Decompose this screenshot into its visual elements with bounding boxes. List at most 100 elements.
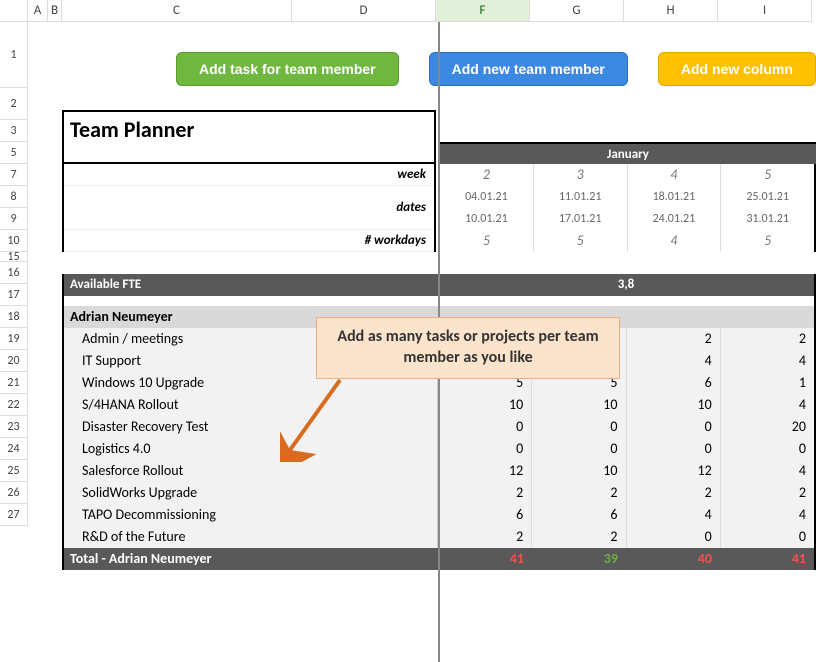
- week-number[interactable]: 3: [534, 164, 627, 186]
- task-name[interactable]: Disaster Recovery Test: [64, 416, 438, 438]
- task-value-cell[interactable]: 4: [721, 460, 814, 482]
- task-value-cell[interactable]: 10: [438, 394, 532, 416]
- row-labels: week dates # workdays: [62, 164, 436, 252]
- row-header-cell[interactable]: 10: [0, 230, 28, 252]
- column-header-cell[interactable]: A: [28, 0, 48, 22]
- row-header-cell[interactable]: 27: [0, 504, 28, 526]
- row-header-cell[interactable]: 26: [0, 482, 28, 504]
- workdays-count[interactable]: 5: [534, 230, 627, 252]
- task-value-cell[interactable]: 4: [627, 350, 721, 372]
- column-header-cell[interactable]: D: [292, 0, 436, 22]
- total-label: Total - Adrian Neumeyer: [64, 548, 438, 570]
- task-value-cell[interactable]: 0: [627, 438, 721, 460]
- task-value-cell[interactable]: 0: [721, 438, 814, 460]
- fte-label: Available FTE: [64, 274, 438, 296]
- row-header-cell[interactable]: 5: [0, 142, 28, 164]
- task-value-cell[interactable]: 2: [627, 482, 721, 504]
- workdays-count[interactable]: 5: [440, 230, 533, 252]
- task-value-cell[interactable]: 4: [627, 504, 721, 526]
- row-header-cell[interactable]: 17: [0, 284, 28, 306]
- week-end-date[interactable]: 31.01.21: [721, 208, 814, 230]
- column-header-cell[interactable]: F: [436, 0, 530, 22]
- total-value-cell: 39: [532, 548, 626, 570]
- task-value-cell[interactable]: 2: [721, 482, 814, 504]
- week-start-date[interactable]: 04.01.21: [440, 186, 533, 208]
- row-header-cell[interactable]: 23: [0, 416, 28, 438]
- row-header-cell[interactable]: 15: [0, 252, 28, 262]
- task-value-cell[interactable]: 20: [721, 416, 814, 438]
- row-header-cell[interactable]: 9: [0, 208, 28, 230]
- task-value-cell[interactable]: 4: [721, 394, 814, 416]
- add-column-button[interactable]: Add new column: [658, 52, 816, 86]
- column-header-cell[interactable]: [0, 0, 28, 22]
- task-value-cell[interactable]: 0: [438, 416, 532, 438]
- task-value-cell[interactable]: 2: [532, 526, 626, 548]
- week-number[interactable]: 4: [628, 164, 721, 186]
- task-value-cell[interactable]: 2: [532, 482, 626, 504]
- task-value-cell[interactable]: 6: [627, 372, 721, 394]
- task-value-cell[interactable]: 12: [438, 460, 532, 482]
- task-value-cell[interactable]: 12: [627, 460, 721, 482]
- task-name[interactable]: R&D of the Future: [64, 526, 438, 548]
- add-member-button[interactable]: Add new team member: [429, 52, 628, 86]
- row-header-cell[interactable]: 19: [0, 328, 28, 350]
- sheet-title[interactable]: Team Planner: [62, 110, 436, 164]
- task-value-cell[interactable]: 6: [532, 504, 626, 526]
- week-label: week: [64, 164, 434, 186]
- task-value-cell[interactable]: 4: [721, 504, 814, 526]
- task-name[interactable]: Logistics 4.0: [64, 438, 438, 460]
- task-name[interactable]: Salesforce Rollout: [64, 460, 438, 482]
- week-start-date[interactable]: 11.01.21: [534, 186, 627, 208]
- row-header-cell[interactable]: 16: [0, 262, 28, 284]
- column-header-cell[interactable]: C: [62, 0, 292, 22]
- column-header-cell[interactable]: B: [48, 0, 62, 22]
- workdays-count[interactable]: 4: [628, 230, 721, 252]
- week-end-date[interactable]: 10.01.21: [440, 208, 533, 230]
- row-header-cell[interactable]: 20: [0, 350, 28, 372]
- row-header-cell[interactable]: 1: [0, 22, 28, 88]
- row-header-cell[interactable]: 7: [0, 164, 28, 186]
- week-column: 311.01.2117.01.215: [534, 164, 628, 252]
- task-name[interactable]: SolidWorks Upgrade: [64, 482, 438, 504]
- week-start-date[interactable]: 18.01.21: [628, 186, 721, 208]
- task-value-cell[interactable]: 1: [721, 372, 814, 394]
- task-value-cell[interactable]: 10: [532, 460, 626, 482]
- column-header-cell[interactable]: H: [624, 0, 718, 22]
- row-header-cell[interactable]: 2: [0, 88, 28, 120]
- task-value-cell[interactable]: 2: [721, 328, 814, 350]
- task-value-cell[interactable]: 2: [438, 482, 532, 504]
- task-value-cell[interactable]: 0: [721, 526, 814, 548]
- task-value-cell[interactable]: 2: [627, 328, 721, 350]
- column-headers: ABCDFGHI: [0, 0, 816, 22]
- task-value-cell[interactable]: 0: [627, 416, 721, 438]
- add-task-button[interactable]: Add task for team member: [176, 52, 399, 86]
- column-header-cell[interactable]: I: [718, 0, 812, 22]
- workdays-count[interactable]: 5: [721, 230, 814, 252]
- task-value-cell[interactable]: 0: [627, 526, 721, 548]
- week-column: 204.01.2110.01.215: [440, 164, 534, 252]
- row-header-cell[interactable]: 24: [0, 438, 28, 460]
- week-number[interactable]: 5: [721, 164, 814, 186]
- task-value-cell[interactable]: 6: [438, 504, 532, 526]
- row-header-cell[interactable]: 18: [0, 306, 28, 328]
- task-value-cell[interactable]: 10: [627, 394, 721, 416]
- row-header-cell[interactable]: 8: [0, 186, 28, 208]
- week-end-date[interactable]: 24.01.21: [628, 208, 721, 230]
- task-value-cell[interactable]: 4: [721, 350, 814, 372]
- task-value-cell[interactable]: 10: [532, 394, 626, 416]
- task-name[interactable]: S/4HANA Rollout: [64, 394, 438, 416]
- column-header-cell[interactable]: G: [530, 0, 624, 22]
- row-header-cell[interactable]: 3: [0, 120, 28, 142]
- task-name[interactable]: TAPO Decommissioning: [64, 504, 438, 526]
- task-value-cell[interactable]: 2: [438, 526, 532, 548]
- task-value-cell[interactable]: 0: [532, 438, 626, 460]
- task-value-cell[interactable]: 0: [438, 438, 532, 460]
- row-header-cell[interactable]: 22: [0, 394, 28, 416]
- week-number[interactable]: 2: [440, 164, 533, 186]
- task-value-cell[interactable]: 0: [532, 416, 626, 438]
- row-header-cell[interactable]: 25: [0, 460, 28, 482]
- row-header-cell[interactable]: 21: [0, 372, 28, 394]
- week-end-date[interactable]: 17.01.21: [534, 208, 627, 230]
- week-start-date[interactable]: 25.01.21: [721, 186, 814, 208]
- row-headers: 12357891015161718192021222324252627: [0, 22, 28, 565]
